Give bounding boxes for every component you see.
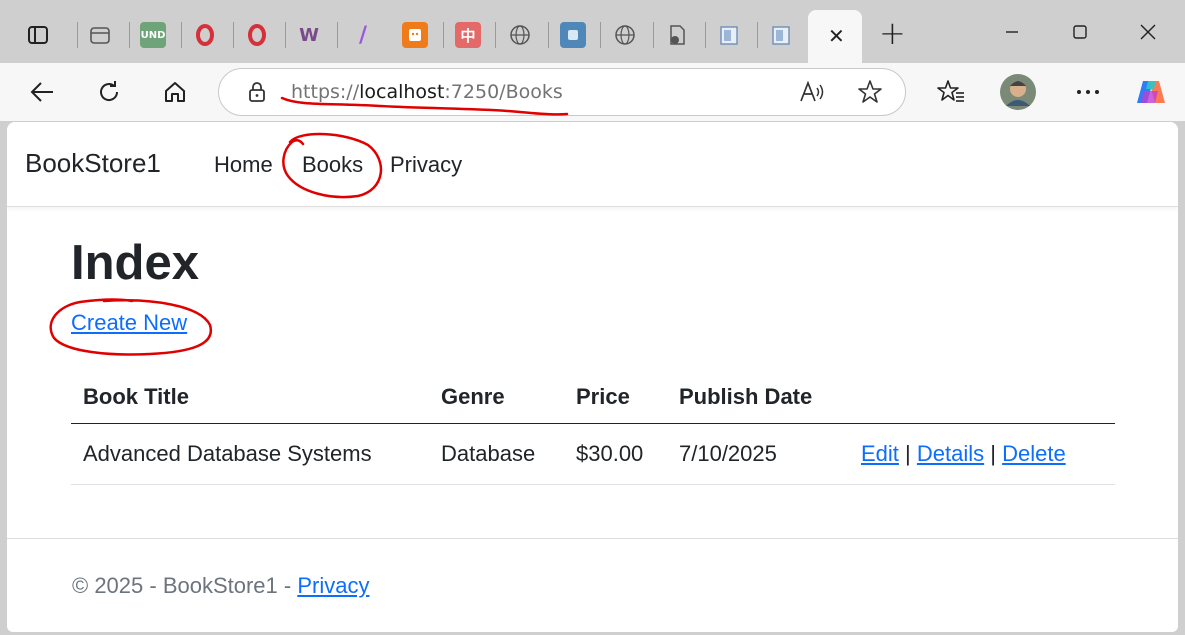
create-new-link[interactable]: Create New [71,310,187,336]
profile-avatar[interactable] [1000,74,1036,110]
tab-und-icon[interactable]: UND [140,22,166,48]
tab-slash-icon[interactable]: / [350,22,376,48]
favorite-star-icon[interactable] [857,79,883,109]
refresh-button[interactable] [91,75,127,109]
active-tab[interactable]: ✕ [808,10,862,63]
new-tab-button[interactable]: + [879,14,906,52]
cell-genre: Database [429,423,564,485]
delete-link[interactable]: Delete [1002,441,1066,466]
footer-privacy-link[interactable]: Privacy [297,573,369,598]
action-separator: | [990,441,996,466]
url-scheme: https:// [291,81,360,103]
header-actions [849,371,1115,424]
home-button[interactable] [157,75,193,109]
site-brand[interactable]: BookStore1 [25,148,161,179]
web-page: BookStore1 Home Books Privacy Index Crea… [7,122,1178,632]
tab-app-icon[interactable] [560,22,586,48]
tab-opera-icon[interactable] [192,22,218,48]
more-button[interactable] [1070,75,1106,109]
more-icon [1077,90,1099,94]
url-text[interactable]: https://localhost:7250/Books [291,81,563,103]
cell-price: $30.00 [564,423,667,485]
browser-toolbar: https://localhost:7250/Books [0,63,1185,121]
footer-copyright: © 2025 - BookStore1 - [72,573,298,598]
header-book-title: Book Title [71,371,429,424]
tab-document-icon-2[interactable] [768,22,794,48]
tab-document-icon[interactable] [716,22,742,48]
home-icon [165,82,185,102]
url-path: :7250/Books [444,81,563,103]
favorites-button[interactable] [933,75,969,109]
books-table: Book Title Genre Price Publish Date Adva… [71,371,1115,485]
header-publish-date: Publish Date [667,371,849,424]
page-title: Index [71,236,199,290]
tab-actions-icon[interactable] [25,22,51,48]
tab-notification-icon[interactable] [402,22,428,48]
refresh-icon [100,81,119,101]
header-genre: Genre [429,371,564,424]
site-footer: © 2025 - BookStore1 - Privacy [7,538,1178,632]
edit-link[interactable]: Edit [861,441,899,466]
url-host: localhost [359,81,445,103]
header-price: Price [564,371,667,424]
cell-publish-date: 7/10/2025 [667,423,849,485]
close-tab-icon[interactable]: ✕ [828,24,845,48]
tab-workspace-icon[interactable] [87,22,113,48]
copilot-icon [1137,81,1165,103]
favorites-icon [937,80,964,102]
tab-globe-icon-2[interactable] [612,22,638,48]
tab-opera-icon-2[interactable] [244,22,270,48]
site-navbar: BookStore1 Home Books Privacy [7,122,1178,207]
address-bar[interactable]: https://localhost:7250/Books [218,68,906,116]
nav-home[interactable]: Home [214,152,273,178]
minimize-button[interactable] [990,14,1034,50]
tab-strip: UND W / 中 ✕ + [0,0,1185,63]
table-header-row: Book Title Genre Price Publish Date [71,371,1115,424]
action-separator: | [905,441,911,466]
maximize-button[interactable] [1058,14,1102,50]
copilot-button[interactable] [1133,75,1169,109]
footer-text: © 2025 - BookStore1 - Privacy [72,573,369,599]
nav-books[interactable]: Books [302,152,363,178]
details-link[interactable]: Details [917,441,984,466]
read-aloud-icon[interactable] [799,80,825,108]
tab-error-page-icon[interactable] [664,22,690,48]
back-button[interactable] [24,75,60,109]
lock-icon[interactable] [247,81,267,107]
tab-w-icon[interactable]: W [296,22,322,48]
table-row: Advanced Database Systems Database $30.0… [71,423,1115,485]
tab-globe-icon[interactable] [507,22,533,48]
tab-zhong-icon[interactable]: 中 [455,22,481,48]
nav-privacy[interactable]: Privacy [390,152,462,178]
cell-title: Advanced Database Systems [71,423,429,485]
cell-actions: Edit | Details | Delete [849,423,1115,485]
close-window-button[interactable] [1126,14,1170,50]
